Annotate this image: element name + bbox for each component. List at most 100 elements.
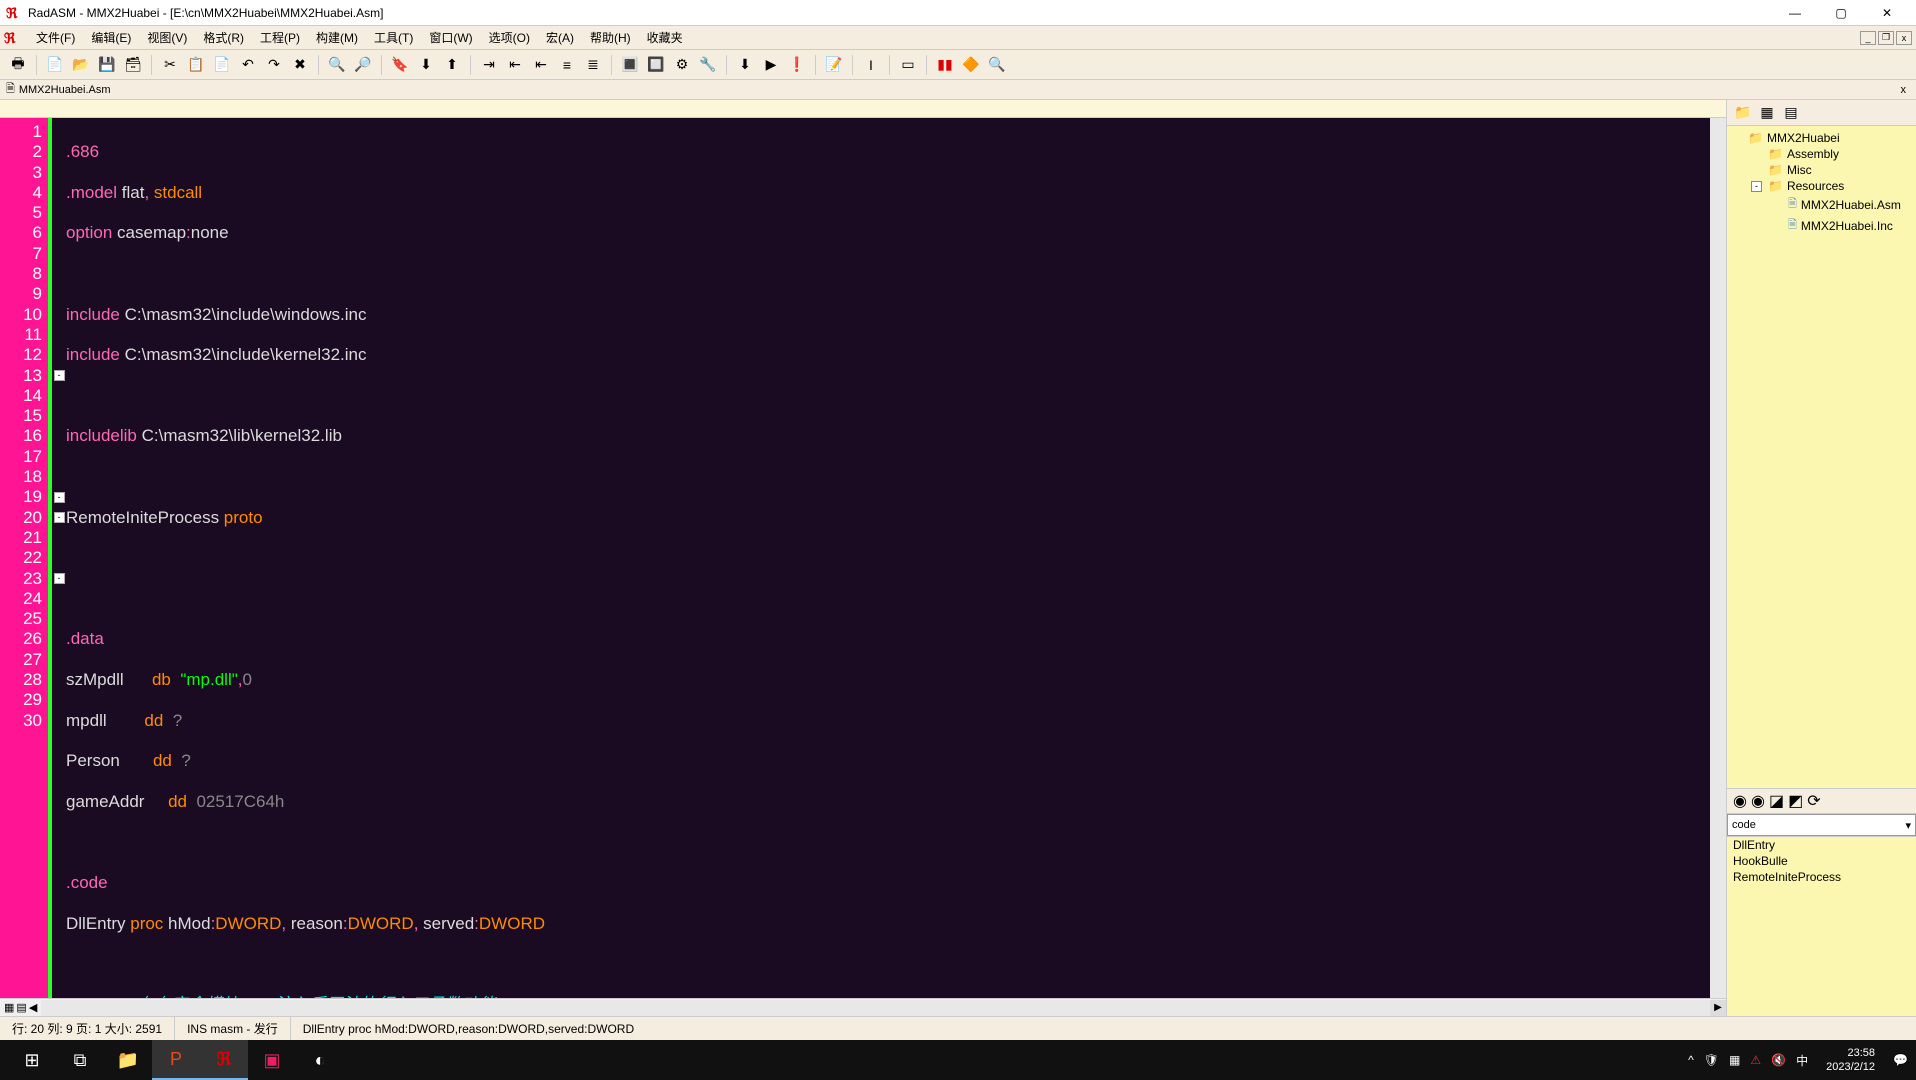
expand-toggle[interactable]: -: [1751, 181, 1762, 192]
clock[interactable]: 23:58 2023/2/12: [1818, 1046, 1883, 1074]
align2-icon[interactable]: ≣: [581, 53, 605, 77]
tree-file[interactable]: 🗎MMX2Huabei.Inc: [1727, 215, 1916, 236]
code-editor[interactable]: 1234567891011121314151617181920212223242…: [0, 118, 1726, 998]
bookmark-icon[interactable]: 🔖: [388, 53, 412, 77]
bookmark-next-icon[interactable]: ⬇: [414, 53, 438, 77]
scroll-right-button[interactable]: ▶: [1710, 1000, 1726, 1016]
cut-icon[interactable]: ✂: [158, 53, 182, 77]
tray-ime-icon[interactable]: 中: [1796, 1052, 1808, 1069]
toggle1-icon[interactable]: 🔳: [618, 53, 642, 77]
window-icon[interactable]: ▭: [896, 53, 920, 77]
redo-icon[interactable]: ↷: [262, 53, 286, 77]
menu-edit[interactable]: 编辑(E): [83, 27, 139, 48]
tree-file[interactable]: 🗎MMX2Huabei.Asm: [1727, 194, 1916, 215]
find-icon[interactable]: 🔍: [325, 53, 349, 77]
text-icon[interactable]: I: [859, 53, 883, 77]
menu-project[interactable]: 工程(P): [252, 27, 308, 48]
folder-icon[interactable]: 📁: [1733, 103, 1753, 123]
print-icon[interactable]: 🖶: [6, 53, 30, 77]
app-icon[interactable]: ▣: [248, 1040, 296, 1080]
refresh-icon[interactable]: ⟳: [1807, 791, 1820, 811]
indent-icon[interactable]: ⇥: [477, 53, 501, 77]
save-all-icon[interactable]: 🗃: [121, 53, 145, 77]
nav3-icon[interactable]: ◪: [1769, 791, 1784, 811]
menu-tools[interactable]: 工具(T): [366, 27, 421, 48]
menu-macro[interactable]: 宏(A): [538, 27, 582, 48]
save-icon[interactable]: 💾: [95, 53, 119, 77]
undo-icon[interactable]: ↶: [236, 53, 260, 77]
scroll-track[interactable]: [41, 1000, 1710, 1016]
stop-icon[interactable]: ❗: [785, 53, 809, 77]
delete-icon[interactable]: ✖: [288, 53, 312, 77]
radasm-icon[interactable]: ℜ: [200, 1040, 248, 1080]
bookmark-prev-icon[interactable]: ⬆: [440, 53, 464, 77]
toggle4-icon[interactable]: 🔧: [696, 53, 720, 77]
task-view-button[interactable]: ⧉: [56, 1040, 104, 1080]
copy-icon[interactable]: 📋: [184, 53, 208, 77]
tray-volume-icon[interactable]: 🔇: [1771, 1053, 1786, 1067]
toggle2-icon[interactable]: 🔲: [644, 53, 668, 77]
toggle3-icon[interactable]: ⚙: [670, 53, 694, 77]
arrow-left-icon[interactable]: ◀: [29, 1001, 37, 1014]
nav4-icon[interactable]: ◩: [1788, 791, 1803, 811]
notifications-icon[interactable]: 💬: [1893, 1053, 1908, 1067]
mdi-close-button[interactable]: x: [1896, 31, 1912, 45]
outdent2-icon[interactable]: ⇤: [529, 53, 553, 77]
menu-help[interactable]: 帮助(H): [582, 27, 639, 48]
list-item[interactable]: DllEntry: [1727, 837, 1916, 853]
symbol-list[interactable]: DllEntry HookBulle RemoteIniteProcess: [1727, 836, 1916, 1016]
horizontal-scrollbar[interactable]: ▦ ▤ ◀ ▶: [0, 998, 1726, 1016]
tree-folder[interactable]: 📁Assembly: [1727, 146, 1916, 162]
menu-options[interactable]: 选项(O): [481, 27, 538, 48]
vertical-scrollbar[interactable]: [1710, 118, 1726, 998]
menu-favorites[interactable]: 收藏夹: [639, 27, 691, 48]
tray-icon[interactable]: ▦: [1729, 1053, 1740, 1067]
close-button[interactable]: ✕: [1864, 0, 1910, 26]
nav2-icon[interactable]: ◉: [1751, 791, 1765, 811]
view2-icon[interactable]: ▤: [1781, 103, 1801, 123]
tray-chevron-icon[interactable]: ^: [1688, 1053, 1694, 1067]
scope-combo[interactable]: code ▾: [1727, 814, 1916, 836]
fold-toggle[interactable]: -: [54, 370, 65, 381]
menu-format[interactable]: 格式(R): [195, 27, 252, 48]
project-tree[interactable]: 📁MMX2Huabei 📁Assembly 📁Misc -📁Resources …: [1727, 126, 1916, 788]
align-icon[interactable]: ≡: [555, 53, 579, 77]
paste-icon[interactable]: 📄: [210, 53, 234, 77]
new-icon[interactable]: 📄: [43, 53, 67, 77]
fold-toggle[interactable]: -: [54, 512, 65, 523]
view-icon[interactable]: ▤: [16, 1001, 26, 1014]
view1-icon[interactable]: ▦: [1757, 103, 1777, 123]
view-icon[interactable]: ▦: [4, 1001, 14, 1014]
tree-root[interactable]: 📁MMX2Huabei: [1727, 130, 1916, 146]
fold-toggle[interactable]: -: [54, 492, 65, 503]
nav1-icon[interactable]: ◉: [1733, 791, 1747, 811]
tab-close-button[interactable]: x: [1897, 84, 1911, 96]
tray-network-icon[interactable]: ⚠: [1750, 1053, 1761, 1067]
tray-shield-icon[interactable]: 🛡: [1704, 1053, 1719, 1067]
menu-file[interactable]: 文件(F): [28, 27, 83, 48]
code-content[interactable]: .686 .model flat, stdcall option casemap…: [66, 118, 1726, 998]
fold-column[interactable]: - - - -: [48, 118, 66, 998]
minimize-button[interactable]: —: [1772, 0, 1818, 26]
list-item[interactable]: HookBulle: [1727, 853, 1916, 869]
document-tab[interactable]: 🗎 MMX2Huabei.Asm: [6, 80, 111, 99]
file-explorer-icon[interactable]: 📁: [104, 1040, 152, 1080]
list-item[interactable]: RemoteIniteProcess: [1727, 869, 1916, 885]
app-icon[interactable]: ◐: [296, 1040, 344, 1080]
mdi-minimize-button[interactable]: _: [1860, 31, 1876, 45]
run-icon[interactable]: ▶: [759, 53, 783, 77]
zoom-icon[interactable]: 🔍: [985, 53, 1009, 77]
color2-icon[interactable]: 🔶: [959, 53, 983, 77]
fold-toggle[interactable]: -: [54, 573, 65, 584]
find-next-icon[interactable]: 🔎: [351, 53, 375, 77]
tree-folder[interactable]: 📁Misc: [1727, 162, 1916, 178]
color1-icon[interactable]: ▮▮: [933, 53, 957, 77]
maximize-button[interactable]: ▢: [1818, 0, 1864, 26]
tree-folder[interactable]: -📁Resources: [1727, 178, 1916, 194]
build-icon[interactable]: ⬇: [733, 53, 757, 77]
mdi-restore-button[interactable]: ❐: [1878, 31, 1894, 45]
menu-view[interactable]: 视图(V): [139, 27, 195, 48]
menu-build[interactable]: 构建(M): [308, 27, 366, 48]
start-button[interactable]: ⊞: [8, 1040, 56, 1080]
menu-window[interactable]: 窗口(W): [421, 27, 480, 48]
